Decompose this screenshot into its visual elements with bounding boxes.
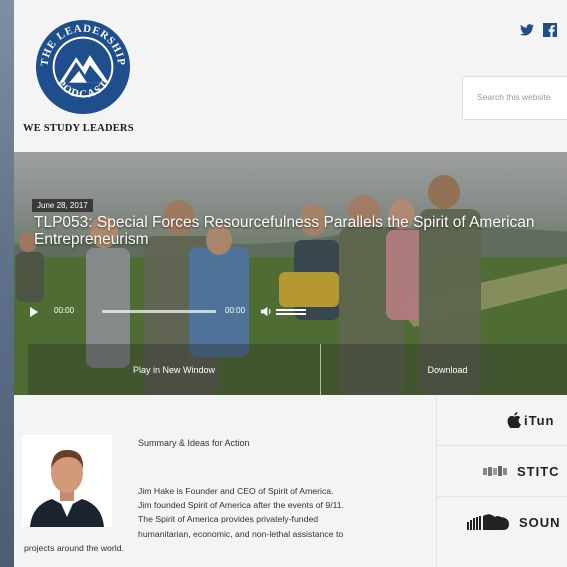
download-button[interactable]: Download [321,344,567,395]
leadership-podcast-logo: THE LEADERSHIP PODCAST [35,19,131,115]
summary-line: Jim Hake is Founder and CEO of Spirit of… [138,486,334,496]
stitcher-label: STITC [517,463,560,479]
summary-text: Jim Hake is Founder and CEO of Spirit of… [24,484,399,555]
audio-player: 00:00 00:00 [14,302,567,324]
site-logo[interactable]: THE LEADERSHIP PODCAST [34,18,132,116]
summary-line: The Spirit of America provides privately… [138,514,319,525]
apple-icon [507,412,521,428]
social-links [519,22,557,37]
episode-title: TLP053: Special Forces Resourcefulness P… [34,214,535,248]
summary-line: projects around the world. [24,542,124,553]
itunes-link[interactable]: iTun [437,395,567,446]
tagline: WE STUDY LEADERS [23,123,134,134]
episode-date: June 28, 2017 [32,199,93,212]
seek-bar[interactable] [102,310,216,313]
play-in-new-window-button[interactable]: Play in New Window [28,344,321,395]
summary-title: Summary & Ideas for Action [138,438,250,448]
player-actions: Play in New Window Download [28,344,567,395]
page: THE LEADERSHIP PODCAST WE STUDY LEADERS [14,0,567,567]
summary-line: Jim founded Spirit of America after the … [138,500,345,511]
stitcher-icon [483,466,507,476]
duration: 00:00 [225,306,246,315]
itunes-label: iTun [524,412,555,428]
search-box[interactable] [462,76,567,120]
soundcloud-icon [467,514,509,530]
volume-slider[interactable] [276,309,306,317]
soundcloud-label: SOUN [519,514,561,530]
current-time: 00:00 [54,306,75,315]
stitcher-link[interactable]: STITC [437,446,567,497]
soundcloud-link[interactable]: SOUN [437,497,567,547]
subscribe-sidebar: iTun STITC SOUN [436,395,567,567]
episode-summary: Summary & Ideas for Action Jim Hake is F… [14,395,436,567]
twitter-icon[interactable] [519,22,534,37]
play-icon[interactable] [30,307,38,317]
volume-icon[interactable] [260,305,273,318]
summary-line: humanitarian, economic, and non-lethal a… [138,528,344,539]
facebook-icon[interactable] [542,22,557,37]
episode-hero: June 28, 2017 TLP053: Special Forces Res… [14,152,567,395]
search-input[interactable] [463,77,567,117]
